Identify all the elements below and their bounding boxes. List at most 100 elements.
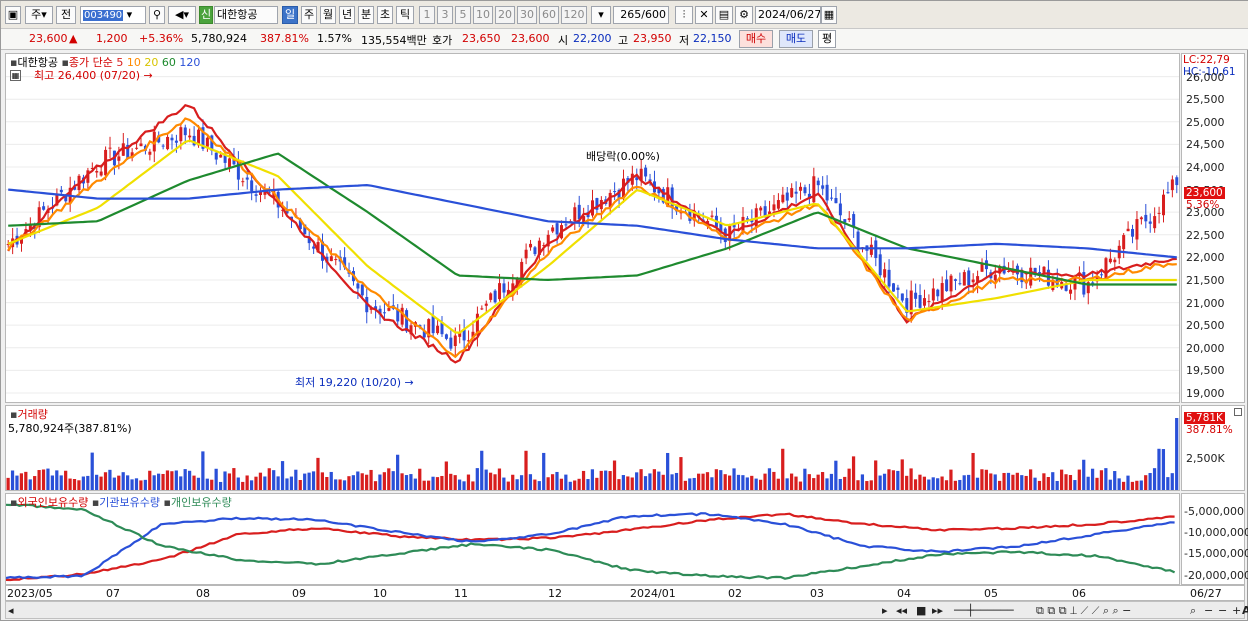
- zoom-out-icon[interactable]: −: [1204, 604, 1213, 617]
- layout-icons[interactable]: ⧉ ⧉ ⧉ ⟂ ⟋ ⟋ ⌕ ⌕ −: [1036, 604, 1131, 618]
- volume-bar: [502, 477, 506, 490]
- num-60[interactable]: 60: [539, 6, 559, 24]
- price-panel[interactable]: ▪대한항공 ▪종가 단순 5 10 20 60 120 ▦ 최고 26,400 …: [5, 53, 1180, 403]
- volume-bar: [515, 479, 519, 490]
- interval-second[interactable]: 초: [377, 6, 393, 24]
- volume-bar: [967, 474, 971, 490]
- interval-tick[interactable]: 틱: [396, 6, 414, 24]
- price-ytick: 21,500: [1186, 273, 1225, 287]
- volume-bar: [400, 473, 404, 490]
- num-5[interactable]: 5: [455, 6, 471, 24]
- volume-bar: [214, 468, 218, 490]
- scroll-left-icon[interactable]: ◂: [8, 604, 14, 617]
- volume-bar: [338, 479, 342, 490]
- zoom-slider[interactable]: ──┼──────: [954, 604, 1014, 617]
- crosshair-icon[interactable]: ✕: [695, 6, 713, 24]
- volume-bar: [878, 475, 882, 490]
- zoom-in-icon[interactable]: +: [1232, 604, 1241, 617]
- chart-type-icon[interactable]: ▣: [5, 6, 21, 24]
- volume-bar: [196, 477, 201, 490]
- volume-bar: [33, 476, 37, 490]
- interval-month[interactable]: 월: [320, 6, 336, 24]
- volume-bar: [577, 478, 581, 490]
- candle-icon[interactable]: ⫶: [675, 6, 693, 24]
- volume-bar: [471, 481, 475, 490]
- x-label-11: 11: [454, 587, 468, 600]
- volume-bar: [409, 474, 413, 490]
- volume-bar: [856, 480, 860, 490]
- volume-bar: [745, 477, 749, 490]
- volume-panel[interactable]: ▪거래량 5,780,924주(387.81%): [5, 405, 1180, 491]
- num-120[interactable]: 120: [561, 6, 587, 24]
- first-page-icon[interactable]: ◂◂: [896, 604, 907, 617]
- volume-bar: [608, 471, 612, 490]
- holdings-panel[interactable]: ▪외국인보유수량 ▪기관보유수량 ▪개인보유수량: [5, 493, 1180, 585]
- x-label-04: 04: [897, 587, 911, 600]
- volume-bar: [683, 480, 687, 490]
- last-page-icon[interactable]: ▸▸: [932, 604, 943, 617]
- price-ytick: 22,500: [1186, 228, 1225, 242]
- num-3[interactable]: 3: [437, 6, 453, 24]
- calendar-icon[interactable]: ▦: [821, 6, 837, 24]
- volume-bar: [50, 475, 54, 490]
- candle: [108, 136, 112, 159]
- volume-bar: [940, 476, 944, 490]
- save-icon[interactable]: ▤: [715, 6, 733, 24]
- volume-bar: [276, 476, 280, 490]
- search-icon[interactable]: ⚲: [149, 6, 165, 24]
- zoom-icon[interactable]: ⌕: [1190, 604, 1196, 618]
- volume-bar: [953, 480, 957, 490]
- num-10[interactable]: 10: [473, 6, 493, 24]
- date-input[interactable]: 2024/06/27: [755, 6, 821, 24]
- interval-year[interactable]: 년: [339, 6, 355, 24]
- price-ytick: 24,500: [1186, 138, 1225, 152]
- volume-bar: [905, 475, 909, 490]
- buy-button[interactable]: 매수: [739, 30, 773, 48]
- grid-icon[interactable]: ▦: [10, 70, 21, 81]
- period-select[interactable]: 주▾: [25, 6, 53, 24]
- volume-bar: [418, 468, 422, 490]
- font-size-icon[interactable]: A: [1242, 604, 1248, 617]
- scroll-right-icon[interactable]: ▸: [882, 604, 888, 617]
- candle: [170, 134, 174, 150]
- prev-button[interactable]: 전: [56, 6, 76, 24]
- volume-bar: [55, 470, 59, 490]
- volume-bar: [891, 470, 896, 490]
- volume-bar: [294, 469, 298, 490]
- candle: [1139, 216, 1143, 225]
- volume-bar: [152, 475, 156, 490]
- volume-bar: [1077, 469, 1081, 490]
- count-field[interactable]: 265/600: [613, 6, 669, 24]
- candle: [914, 283, 918, 308]
- volume-bar: [1090, 468, 1095, 490]
- volume-bar: [303, 473, 307, 490]
- volume-bar: [781, 448, 785, 490]
- zoom-out-icon-2[interactable]: −: [1218, 604, 1227, 617]
- eval-button[interactable]: 평: [818, 30, 836, 48]
- volume-bar: [143, 479, 147, 490]
- price-ytick: 22,000: [1186, 251, 1225, 265]
- num-20[interactable]: 20: [495, 6, 515, 24]
- volume-bar: [170, 471, 174, 490]
- stock-code-input[interactable]: 003490 ▾: [80, 6, 146, 24]
- panel-close-icon[interactable]: [1234, 408, 1242, 416]
- interval-week[interactable]: 주: [301, 6, 317, 24]
- holdings-line-1: [6, 512, 1175, 580]
- scroll-bar[interactable]: ◂ ▸ ◂◂ ■ ▸▸ ──┼────── ⧉ ⧉ ⧉ ⟂ ⟋ ⟋ ⌕ ⌕ − …: [5, 601, 1248, 619]
- low-note-text: 최저 19,220 (10/20): [295, 376, 402, 389]
- sell-button[interactable]: 매도: [779, 30, 813, 48]
- interval-minute[interactable]: 분: [358, 6, 374, 24]
- volume-bar: [201, 451, 205, 490]
- price-ytick: 25,500: [1186, 93, 1225, 107]
- speaker-icon[interactable]: ◀▾: [168, 6, 196, 24]
- volume-bar: [772, 471, 776, 490]
- volume-bar: [913, 479, 918, 490]
- volume-bar: [581, 470, 586, 490]
- gear-icon[interactable]: ⚙: [735, 6, 753, 24]
- num-30[interactable]: 30: [517, 6, 537, 24]
- stop-icon[interactable]: ■: [916, 604, 926, 617]
- volume-bar: [1002, 472, 1006, 490]
- num-1[interactable]: 1: [419, 6, 435, 24]
- num-dropdown[interactable]: ▾: [591, 6, 611, 24]
- interval-day[interactable]: 일: [282, 6, 298, 24]
